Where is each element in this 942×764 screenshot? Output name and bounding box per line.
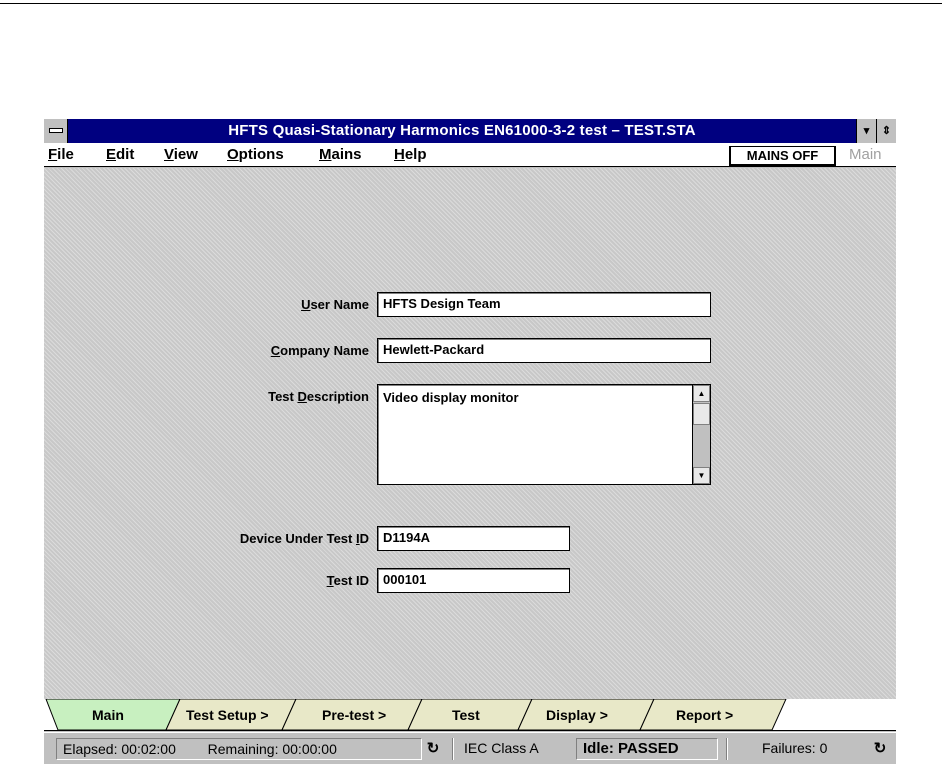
menu-file-accel: F xyxy=(48,146,58,163)
menu-bar: File Edit View Options Mains Help MAINS … xyxy=(44,143,896,167)
refresh-timer-icon[interactable]: ↻ xyxy=(425,740,441,758)
scroll-down-arrow-icon[interactable]: ▼ xyxy=(693,467,710,484)
device-class: IEC Class A xyxy=(464,740,539,756)
company-name-label: Company Name xyxy=(194,343,369,359)
tab-test-setup-label: Test Setup > xyxy=(186,707,269,723)
window-title: HFTS Quasi-Stationary Harmonics EN61000-… xyxy=(228,122,696,139)
device-id-label-prefix: Device Under Test xyxy=(239,531,356,546)
tab-strip: Main Test Setup > Pre-test > Test Displa… xyxy=(44,699,896,731)
scroll-up-arrow-icon[interactable]: ▲ xyxy=(693,385,710,402)
mains-status-indicator[interactable]: MAINS OFF xyxy=(729,146,836,166)
menu-help-accel: H xyxy=(394,146,405,163)
company-name-label-text: ompany Name xyxy=(280,343,369,358)
main-form-area: User Name HFTS Design Team Company Name … xyxy=(44,168,896,699)
minimize-icon: ▾ xyxy=(863,125,870,137)
menu-mains-label: ains xyxy=(331,146,362,163)
menu-mains-accel: M xyxy=(319,146,332,163)
menu-view-label: iew xyxy=(173,146,198,163)
restore-icon: ⇕ xyxy=(881,125,892,137)
test-description-label-text: escription xyxy=(306,389,369,404)
user-name-label: User Name xyxy=(194,297,369,313)
timer-panel: Elapsed: 00:02:00 Remaining: 00:00:00 xyxy=(56,738,422,760)
test-id-label-text: est ID xyxy=(333,573,369,588)
title-bar[interactable]: HFTS Quasi-Stationary Harmonics EN61000-… xyxy=(44,119,896,143)
minimize-button[interactable]: ▾ xyxy=(856,119,876,143)
test-description-text: Video display monitor xyxy=(383,390,519,405)
elapsed-time: Elapsed: 00:02:00 xyxy=(63,741,176,757)
company-name-input[interactable]: Hewlett-Packard xyxy=(377,338,711,363)
menu-file-label: ile xyxy=(57,146,74,163)
test-id-input[interactable]: 000101 xyxy=(377,568,570,593)
company-name-accel: C xyxy=(270,343,281,358)
menu-edit-accel: E xyxy=(106,146,117,163)
description-scrollbar[interactable]: ▲ ▼ xyxy=(692,385,710,484)
status-bar: Elapsed: 00:02:00 Remaining: 00:00:00 ↻ … xyxy=(44,732,896,764)
menu-options-label: ptions xyxy=(238,146,284,163)
test-description-textarea[interactable]: Video display monitor ▲ ▼ xyxy=(377,384,711,485)
tab-display-label: Display > xyxy=(546,707,608,723)
tab-pre-test-label: Pre-test > xyxy=(322,707,387,723)
failures-count: Failures: 0 xyxy=(762,740,828,756)
test-description-label-prefix: Test xyxy=(268,389,298,404)
menu-file[interactable]: File xyxy=(48,146,74,164)
menu-edit-label: dit xyxy=(116,146,135,163)
menu-view-accel: V xyxy=(164,146,174,163)
menu-mains[interactable]: Mains xyxy=(319,146,362,164)
user-name-label-text: ser Name xyxy=(310,297,369,312)
device-id-label: Device Under Test ID xyxy=(144,531,369,547)
page-top-rule xyxy=(0,3,942,4)
test-description-accel: D xyxy=(297,389,307,404)
restore-button[interactable]: ⇕ xyxy=(876,119,896,143)
status-separator xyxy=(726,738,728,760)
test-id-accel: T xyxy=(326,573,334,588)
remaining-time: Remaining: 00:00:00 xyxy=(207,741,337,757)
device-id-label-text: D xyxy=(359,531,369,546)
test-state-badge: Idle: PASSED xyxy=(576,738,718,760)
app-window: HFTS Quasi-Stationary Harmonics EN61000-… xyxy=(44,119,896,764)
user-name-input[interactable]: HFTS Design Team xyxy=(377,292,711,317)
menu-help[interactable]: Help xyxy=(394,146,427,164)
device-id-input[interactable]: D1194A xyxy=(377,526,570,551)
status-separator xyxy=(452,738,454,760)
refresh-failures-icon[interactable]: ↻ xyxy=(872,740,888,758)
menu-edit[interactable]: Edit xyxy=(106,146,134,164)
system-menu-icon xyxy=(49,128,63,133)
system-menu-button[interactable] xyxy=(44,119,68,143)
menu-options-accel: O xyxy=(227,146,239,163)
test-id-label: Test ID xyxy=(194,573,369,589)
tab-report-label: Report > xyxy=(676,707,734,723)
current-page-label: Main xyxy=(849,146,882,163)
tab-main-label: Main xyxy=(92,707,124,723)
test-description-label: Test Description xyxy=(194,389,369,405)
scroll-thumb[interactable] xyxy=(693,403,710,425)
menu-help-label: elp xyxy=(404,146,427,163)
menu-options[interactable]: Options xyxy=(227,146,284,164)
tab-test-label: Test xyxy=(452,707,480,723)
menu-view[interactable]: View xyxy=(164,146,198,164)
